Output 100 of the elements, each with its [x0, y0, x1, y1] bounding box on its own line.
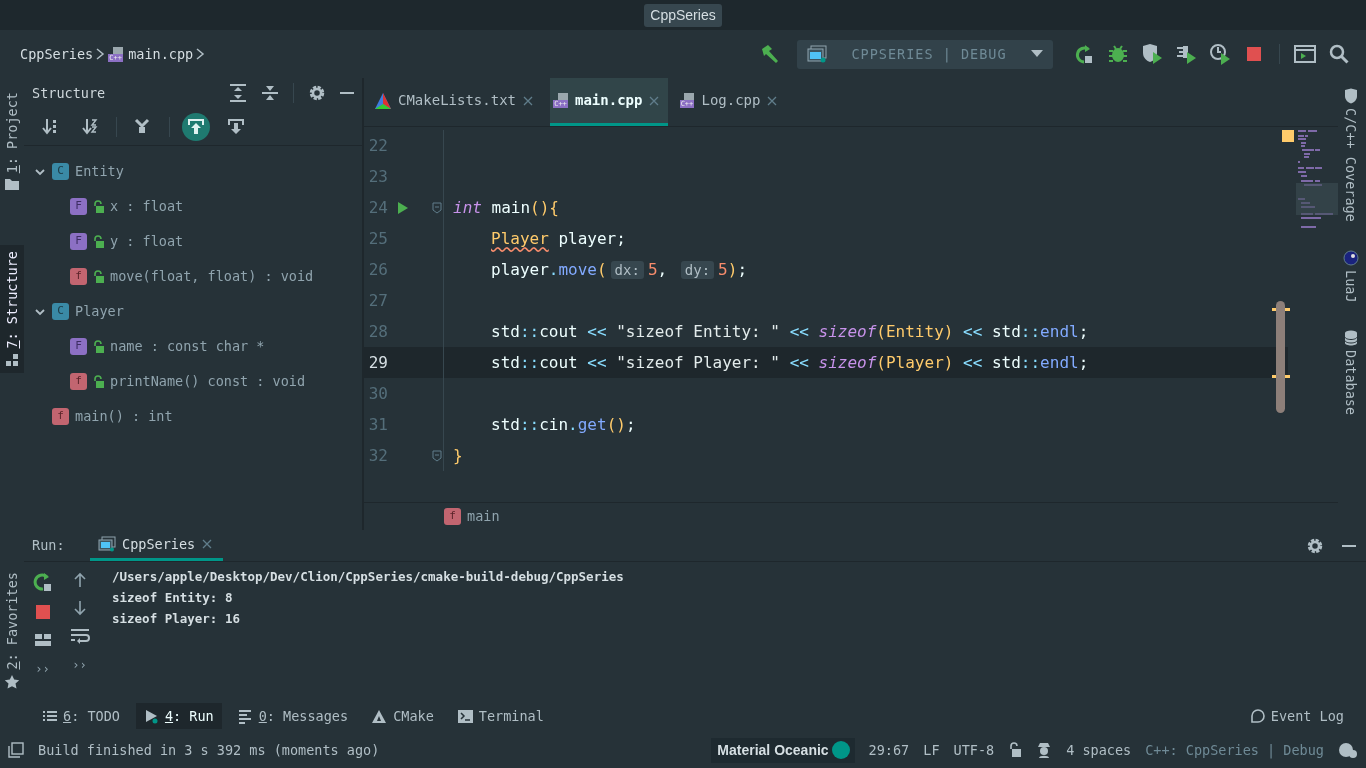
shield-run-icon: [1141, 43, 1163, 65]
tool-window-button[interactable]: 2: Favorites: [0, 566, 24, 696]
code-line: std::cin.get();: [490, 413, 636, 436]
line-separator[interactable]: LF: [923, 739, 940, 761]
scroll-from-source-icon: [227, 117, 245, 136]
profile-run-icon: [1175, 43, 1197, 65]
tool-window-tab[interactable]: 4: Run: [135, 702, 222, 730]
sort-icon: [41, 117, 59, 136]
star-icon: [4, 674, 20, 690]
collapse-all-icon: [261, 84, 279, 102]
settings-button[interactable]: [308, 84, 326, 102]
more-button[interactable]: ››: [35, 660, 50, 678]
database-icon: [1344, 330, 1358, 347]
window-title: CppSeries: [644, 3, 722, 27]
window-icon: [98, 536, 116, 552]
search-icon: [1329, 44, 1349, 64]
code-line: std::cout << "sizeof Entity: " << sizeof(Entity) << std::endl;: [490, 320, 1089, 343]
method-icon: f: [70, 373, 87, 390]
function-icon: f: [444, 508, 461, 525]
class-icon: C: [52, 303, 69, 320]
rerun-button[interactable]: [32, 572, 53, 592]
code-line: std::cout << "sizeof Player: " << sizeof(Player) << std::endl;: [490, 351, 1089, 374]
theme-indicator[interactable]: Material Oceanic: [711, 737, 855, 763]
tool-window-button[interactable]: 1: Project: [0, 86, 24, 198]
tool-window-tab[interactable]: CMake: [364, 702, 442, 730]
toggle-button[interactable]: [182, 112, 210, 141]
editor-tab[interactable]: CMakeLists.txt: [372, 78, 542, 126]
line-number: 23: [367, 165, 388, 188]
tree-item-label[interactable]: main() : int: [75, 406, 173, 427]
event-log-button[interactable]: Event Log: [1240, 702, 1352, 730]
close-icon[interactable]: [201, 538, 214, 550]
close-icon[interactable]: [766, 94, 779, 107]
arrow-up-button[interactable]: [72, 572, 87, 588]
fold-icon[interactable]: [432, 449, 442, 462]
soft-wrap-button[interactable]: [69, 628, 90, 644]
expand-all-button[interactable]: [229, 84, 247, 102]
list-icon: [42, 708, 57, 724]
terminal-icon: [1294, 44, 1316, 64]
line-number: 24: [367, 196, 388, 219]
field-icon: F: [70, 233, 87, 250]
field-icon: F: [70, 198, 87, 215]
bug-icon: [1107, 43, 1129, 65]
console-output-line: sizeof Player: 16: [111, 610, 241, 628]
run-tab[interactable]: CppSeries: [90, 530, 224, 561]
tree-item-label[interactable]: Player: [75, 301, 124, 322]
tool-window-tab[interactable]: 6: TODO: [34, 702, 128, 730]
stop-icon: [34, 604, 51, 620]
scrollbar-thumb[interactable]: [1276, 301, 1285, 413]
fold-icon[interactable]: [432, 201, 442, 214]
layout-button[interactable]: [33, 632, 52, 648]
breadcrumb-item[interactable]: main: [467, 506, 500, 527]
line-number: 26: [367, 258, 388, 281]
tool-window-tab[interactable]: Terminal: [449, 702, 552, 730]
tool-window-button[interactable]: 7: Structure: [0, 245, 24, 373]
group-icon: [134, 117, 152, 136]
panel-icon[interactable]: [8, 742, 24, 758]
layout-icon: [33, 632, 52, 648]
class-icon: C: [52, 163, 69, 180]
function-icon: f: [52, 408, 69, 425]
context-selector[interactable]: C++: CppSeries | Debug: [1145, 739, 1324, 761]
rerun-icon: [32, 572, 53, 592]
collapse-all-button[interactable]: [261, 84, 279, 102]
tree-item-label[interactable]: printName() const : void: [110, 371, 306, 392]
sort-alpha-icon: [81, 117, 99, 136]
line-number: 22: [367, 134, 388, 157]
arrow-up-icon: [72, 572, 87, 588]
line-number: 31: [367, 413, 388, 436]
window-icon: [807, 45, 827, 63]
tool-window-tab[interactable]: 0: Messages: [229, 702, 357, 730]
rerun-icon: [1073, 43, 1095, 65]
minus-icon: [1342, 544, 1356, 547]
shield-icon: [1344, 88, 1358, 104]
tree-item-label[interactable]: Entity: [75, 161, 124, 182]
line-number: 28: [367, 320, 388, 343]
file-encoding[interactable]: UTF-8: [953, 739, 995, 761]
panel-title: Run:: [32, 536, 66, 556]
tree-item-label[interactable]: move(float, float) : void: [110, 266, 314, 287]
tool-window-button[interactable]: LuaJ: [1340, 249, 1362, 303]
code-line: }: [452, 444, 463, 467]
run-icon[interactable]: [397, 200, 409, 215]
tool-window-button[interactable]: C/C++ Coverage: [1340, 88, 1362, 222]
breadcrumb-item[interactable]: CppSeries: [20, 43, 94, 65]
indent-setting[interactable]: 4 spaces: [1066, 739, 1132, 761]
lock-icon[interactable]: [1008, 742, 1023, 758]
arrow-down-icon: [72, 600, 87, 616]
line-number: 30: [367, 382, 388, 405]
tree-item-label[interactable]: name : const char *: [110, 336, 265, 357]
arrow-down-button[interactable]: [72, 600, 87, 616]
gear-icon: [308, 84, 326, 102]
tree-item-label[interactable]: y : float: [110, 231, 184, 252]
tree-item-label[interactable]: x : float: [110, 196, 184, 217]
method-icon: f: [70, 268, 87, 285]
stop-button[interactable]: [34, 604, 51, 620]
more-button[interactable]: ››: [72, 656, 87, 674]
code-line: player.move( dx: 5, dy: 5);: [490, 258, 748, 281]
line-number: 27: [367, 289, 388, 312]
caret-position[interactable]: 29:67: [868, 739, 910, 761]
field-icon: F: [70, 338, 87, 355]
close-icon[interactable]: [522, 94, 534, 107]
tool-window-button[interactable]: Database: [1340, 330, 1362, 416]
